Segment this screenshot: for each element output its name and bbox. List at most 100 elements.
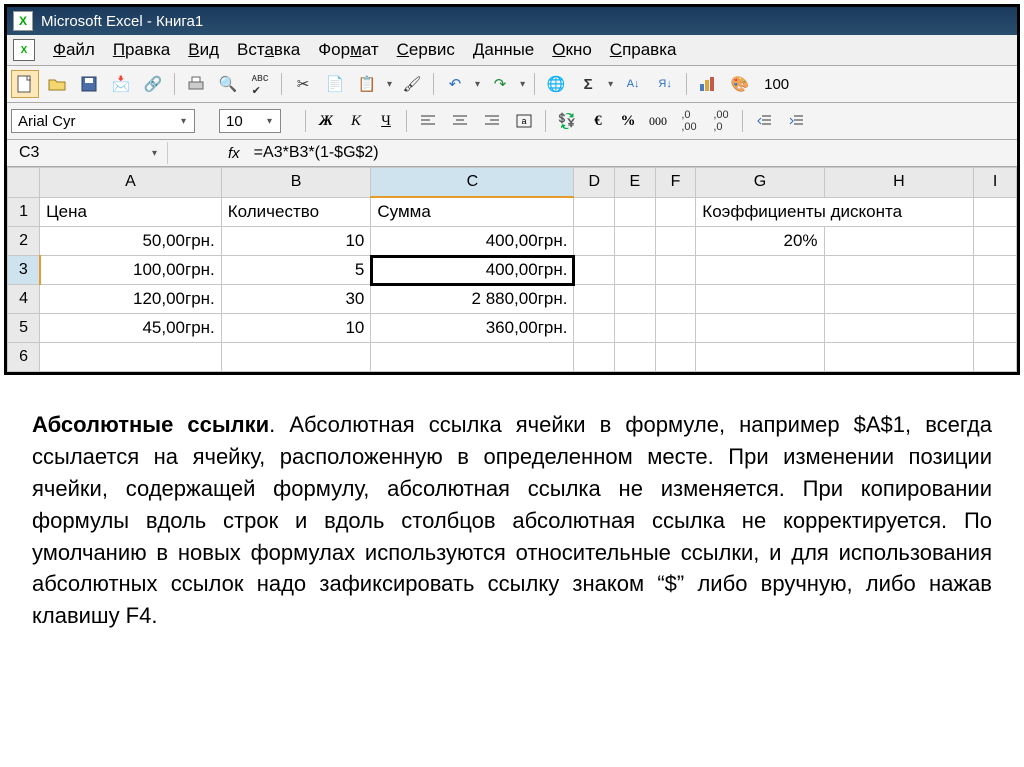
sort-asc-button[interactable]: А↓ bbox=[619, 70, 647, 98]
cell-A3[interactable]: 100,00грн. bbox=[40, 256, 222, 285]
open-button[interactable] bbox=[43, 70, 71, 98]
cell-I5[interactable] bbox=[974, 314, 1017, 343]
cell-G5[interactable] bbox=[696, 314, 824, 343]
cell-D4[interactable] bbox=[574, 285, 615, 314]
cell-A4[interactable]: 120,00грн. bbox=[40, 285, 222, 314]
cell-D5[interactable] bbox=[574, 314, 615, 343]
select-all-corner[interactable] bbox=[8, 168, 40, 198]
cell-E6[interactable] bbox=[615, 343, 656, 372]
format-painter-button[interactable]: 🖌 bbox=[398, 70, 426, 98]
cell-H6[interactable] bbox=[824, 343, 974, 372]
menu-help[interactable]: Справка bbox=[610, 40, 677, 60]
autosum-button[interactable]: Σ bbox=[574, 70, 602, 98]
cell-E4[interactable] bbox=[615, 285, 656, 314]
merge-center-button[interactable]: a bbox=[510, 107, 538, 135]
cell-H5[interactable] bbox=[824, 314, 974, 343]
cell-F4[interactable] bbox=[655, 285, 696, 314]
cell-B6[interactable] bbox=[221, 343, 371, 372]
menu-data[interactable]: Данные bbox=[473, 40, 534, 60]
cell-I4[interactable] bbox=[974, 285, 1017, 314]
row-header-6[interactable]: 6 bbox=[8, 343, 40, 372]
undo-button[interactable]: ↶ bbox=[441, 70, 469, 98]
cell-C1[interactable]: Сумма bbox=[371, 197, 574, 227]
copy-button[interactable]: 📄 bbox=[321, 70, 349, 98]
cell-H2[interactable] bbox=[824, 227, 974, 256]
name-box[interactable]: C3 ▾ bbox=[11, 142, 168, 164]
align-center-button[interactable] bbox=[446, 107, 474, 135]
cell-C3[interactable]: 400,00грн. bbox=[371, 256, 574, 285]
menu-file[interactable]: Файл bbox=[53, 40, 95, 60]
col-header-B[interactable]: B bbox=[221, 168, 371, 198]
col-header-D[interactable]: D bbox=[574, 168, 615, 198]
cell-A2[interactable]: 50,00грн. bbox=[40, 227, 222, 256]
menu-view[interactable]: Вид bbox=[188, 40, 219, 60]
cell-B1[interactable]: Количество bbox=[221, 197, 371, 227]
cell-B5[interactable]: 10 bbox=[221, 314, 371, 343]
currency-button[interactable]: 💱 bbox=[553, 107, 581, 135]
print-button[interactable] bbox=[182, 70, 210, 98]
preview-button[interactable]: 🔍 bbox=[214, 70, 242, 98]
cell-G4[interactable] bbox=[696, 285, 824, 314]
sort-desc-button[interactable]: Я↓ bbox=[651, 70, 679, 98]
cell-G2[interactable]: 20% bbox=[696, 227, 824, 256]
menu-window[interactable]: Окно bbox=[552, 40, 592, 60]
cell-C2[interactable]: 400,00грн. bbox=[371, 227, 574, 256]
increase-decimal-button[interactable]: ,0,00 bbox=[675, 107, 703, 135]
font-size-selector[interactable]: 10 ▾ bbox=[219, 109, 281, 133]
cell-D1[interactable] bbox=[574, 197, 615, 227]
cell-F3[interactable] bbox=[655, 256, 696, 285]
underline-button[interactable]: Ч bbox=[373, 109, 399, 133]
redo-button[interactable]: ↷ bbox=[486, 70, 514, 98]
cell-F6[interactable] bbox=[655, 343, 696, 372]
cell-I2[interactable] bbox=[974, 227, 1017, 256]
cell-H4[interactable] bbox=[824, 285, 974, 314]
cell-D3[interactable] bbox=[574, 256, 615, 285]
cell-E5[interactable] bbox=[615, 314, 656, 343]
paste-dropdown[interactable]: ▾ bbox=[385, 79, 394, 90]
increase-indent-button[interactable] bbox=[782, 107, 810, 135]
cell-G1[interactable]: Коэффициенты дисконта bbox=[696, 197, 974, 227]
cell-F1[interactable] bbox=[655, 197, 696, 227]
col-header-C[interactable]: C bbox=[371, 168, 574, 198]
col-header-A[interactable]: A bbox=[40, 168, 222, 198]
row-header-3[interactable]: 3 bbox=[8, 256, 40, 285]
cell-D2[interactable] bbox=[574, 227, 615, 256]
drawing-button[interactable]: 🎨 bbox=[726, 70, 754, 98]
autosum-dropdown[interactable]: ▾ bbox=[606, 79, 615, 90]
cell-F2[interactable] bbox=[655, 227, 696, 256]
row-header-2[interactable]: 2 bbox=[8, 227, 40, 256]
cell-A1[interactable]: Цена bbox=[40, 197, 222, 227]
decrease-decimal-button[interactable]: ,00,0 bbox=[707, 107, 735, 135]
cell-D6[interactable] bbox=[574, 343, 615, 372]
save-button[interactable] bbox=[75, 70, 103, 98]
cell-C5[interactable]: 360,00грн. bbox=[371, 314, 574, 343]
bold-button[interactable]: Ж bbox=[313, 109, 339, 133]
menu-tools[interactable]: Сервис bbox=[397, 40, 455, 60]
percent-button[interactable]: % bbox=[615, 109, 641, 133]
cell-F5[interactable] bbox=[655, 314, 696, 343]
cell-E3[interactable] bbox=[615, 256, 656, 285]
menu-edit[interactable]: Правка bbox=[113, 40, 170, 60]
euro-button[interactable]: € bbox=[585, 109, 611, 133]
align-right-button[interactable] bbox=[478, 107, 506, 135]
col-header-H[interactable]: H bbox=[824, 168, 974, 198]
undo-dropdown[interactable]: ▾ bbox=[473, 79, 482, 90]
cell-A5[interactable]: 45,00грн. bbox=[40, 314, 222, 343]
cell-C6[interactable] bbox=[371, 343, 574, 372]
row-header-5[interactable]: 5 bbox=[8, 314, 40, 343]
cell-B4[interactable]: 30 bbox=[221, 285, 371, 314]
row-header-1[interactable]: 1 bbox=[8, 197, 40, 227]
paste-button[interactable]: 📋 bbox=[353, 70, 381, 98]
cell-H3[interactable] bbox=[824, 256, 974, 285]
row-header-4[interactable]: 4 bbox=[8, 285, 40, 314]
permission-button[interactable]: 📩 bbox=[107, 70, 135, 98]
cell-G3[interactable] bbox=[696, 256, 824, 285]
formula-input[interactable]: =A3*B3*(1-$G$2) bbox=[250, 142, 1013, 164]
cell-B3[interactable]: 5 bbox=[221, 256, 371, 285]
new-doc-button[interactable] bbox=[11, 70, 39, 98]
menu-insert[interactable]: Вставка bbox=[237, 40, 300, 60]
italic-button[interactable]: К bbox=[343, 109, 369, 133]
thousands-button[interactable]: 000 bbox=[645, 109, 671, 133]
col-header-F[interactable]: F bbox=[655, 168, 696, 198]
cell-B2[interactable]: 10 bbox=[221, 227, 371, 256]
